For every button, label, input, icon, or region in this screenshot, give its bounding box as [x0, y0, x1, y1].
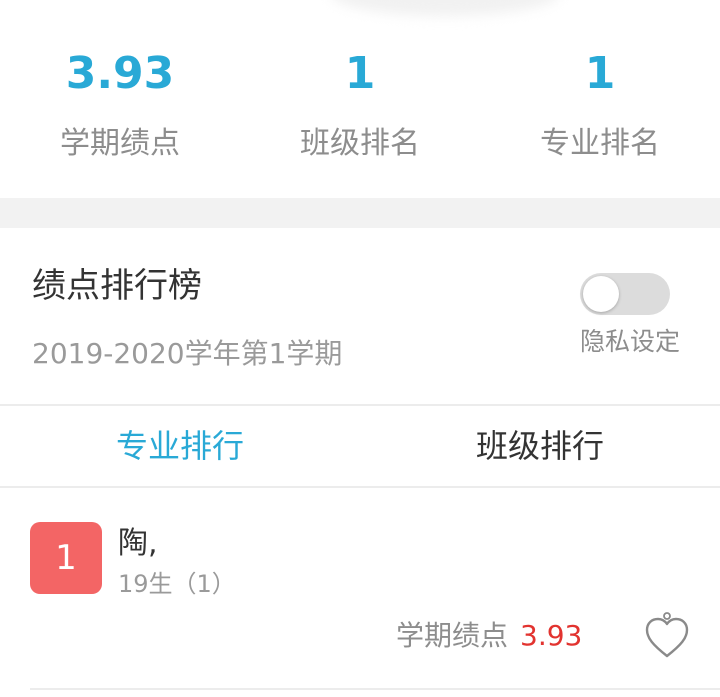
class-rank-value: 1	[344, 48, 376, 99]
major-rank-label: 专业排名	[540, 126, 660, 161]
major-rank-stat: 1 专业排名	[480, 48, 720, 163]
ranking-tabs: 专业排行 班级排行	[0, 406, 720, 486]
tab-major-ranking[interactable]: 专业排行	[0, 426, 360, 466]
rank-badge: 1	[30, 522, 102, 594]
tab-class-ranking[interactable]: 班级排行	[360, 426, 720, 466]
semester-gpa-stat: 3.93 学期绩点	[0, 48, 240, 163]
heart-outline-icon[interactable]	[642, 612, 692, 662]
list-divider	[30, 688, 720, 690]
entry-gpa-label: 学期绩点	[396, 619, 509, 652]
semester-gpa-label: 学期绩点	[60, 126, 180, 161]
privacy-toggle[interactable]	[580, 273, 670, 315]
class-rank-stat: 1 班级排名	[240, 48, 480, 163]
ranking-term: 2019-2020学年第1学期	[32, 337, 343, 370]
privacy-toggle-knob	[583, 276, 619, 312]
ranking-header	[0, 228, 720, 404]
entry-gpa-value: 3.93	[520, 619, 583, 652]
privacy-label: 隐私设定	[580, 327, 681, 356]
stats-summary: 3.93 学期绩点 1 班级排名 1 专业排名	[0, 0, 720, 198]
entry-gpa: 学期绩点 3.93	[396, 618, 582, 654]
ranking-title: 绩点排行榜	[32, 266, 202, 306]
student-name: 陶,	[118, 526, 158, 561]
list-item[interactable]	[0, 488, 720, 688]
semester-gpa-value: 3.93	[65, 48, 175, 99]
major-rank-value: 1	[584, 48, 616, 99]
class-rank-label: 班级排名	[300, 126, 420, 161]
section-gap	[0, 198, 720, 228]
student-class: 19生（1）	[118, 570, 236, 598]
